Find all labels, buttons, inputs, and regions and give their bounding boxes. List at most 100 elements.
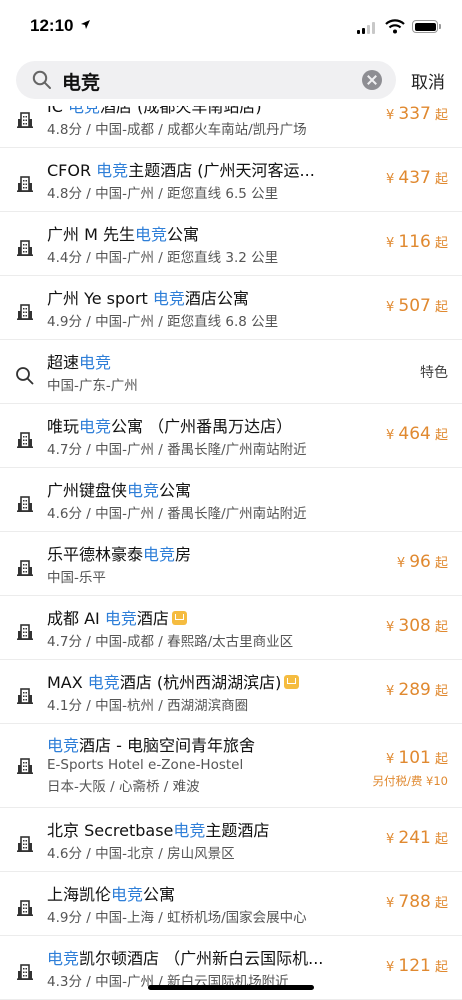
hotel-building-icon (15, 430, 35, 454)
title-highlight: 电竞 (143, 545, 176, 564)
search-query-text: 电竞 (62, 72, 101, 94)
cellular-signal-icon (357, 22, 375, 34)
price-currency: ¥ (386, 684, 399, 699)
result-title: 乐平德林豪泰电竞房 (47, 541, 191, 565)
title-prefix: 广州 M 先生 (47, 225, 135, 244)
result-location: 日本-大阪 / 心斋桥 / 难波 (47, 779, 200, 795)
cancel-button[interactable]: 取消 (411, 68, 445, 93)
result-subtitle: 4.7分 / 中国-广州 / 番禺长隆/广州南站附近 (47, 442, 307, 458)
price-currency: ¥ (396, 556, 410, 571)
price-label: ¥ 308 起 (386, 616, 448, 636)
price-currency: ¥ (386, 620, 399, 635)
result-item[interactable]: CFOR 电竞主题酒店 (广州天河客运... 4.8分 / 中国-广州 / 距您直… (0, 148, 462, 212)
result-title: 电竞酒店 - 电脑空间青年旅舍 (47, 732, 255, 756)
search-results-list: IC 电竞酒店 (成都火车南站店) 4.8分 / 中国-成都 / 成都火车南站/凯… (0, 84, 462, 1000)
title-suffix: 公寓 (167, 225, 200, 244)
price-currency: ¥ (386, 236, 399, 251)
result-item[interactable]: 上海凯伦电竞公寓 4.9分 / 中国-上海 / 虹桥机场/国家会展中心 ¥ 788 … (0, 872, 462, 936)
price-suffix: 起 (430, 556, 448, 571)
result-item[interactable]: 乐平德林豪泰电竞房 中国-乐平 ¥ 96 起 (0, 532, 462, 596)
status-time: 12:10 (30, 16, 74, 35)
price-label: ¥ 116 起 (386, 232, 448, 252)
result-subtitle: 4.8分 / 中国-广州 / 距您直线 6.5 公里 (47, 186, 279, 202)
result-subtitle: 4.7分 / 中国-成都 / 春熙路/太古里商业区 (47, 634, 294, 650)
result-item[interactable]: 广州 Ye sport 电竞酒店公寓 4.9分 / 中国-广州 / 距您直线 6.… (0, 276, 462, 340)
crown-badge-icon (171, 611, 187, 625)
price-suffix: 起 (430, 832, 448, 847)
hotel-building-icon (15, 110, 35, 134)
hotel-building-icon (15, 494, 35, 518)
price-suffix: 起 (430, 896, 448, 911)
title-suffix: 酒店 (136, 609, 169, 628)
price-value: 121 (398, 956, 431, 976)
hotel-building-icon (15, 898, 35, 922)
title-prefix: 广州键盘侠 (47, 481, 128, 500)
title-suffix: 酒店公寓 (184, 289, 249, 308)
result-title: CFOR 电竞主题酒店 (广州天河客运... (47, 157, 315, 181)
price-suffix: 起 (430, 236, 448, 251)
result-subtitle: 中国-乐平 (47, 570, 106, 586)
result-title: 唯玩电竞公寓 （广州番禺万达店） (47, 413, 292, 437)
price-suffix: 起 (430, 684, 448, 699)
title-prefix: 乐平德林豪泰 (47, 545, 144, 564)
hotel-building-icon (15, 756, 35, 780)
price-currency: ¥ (386, 300, 399, 315)
price-currency: ¥ (386, 896, 399, 911)
result-item[interactable]: 广州键盘侠电竞公寓 4.6分 / 中国-广州 / 番禺长隆/广州南站附近 (0, 468, 462, 532)
result-item[interactable]: 电竞酒店 - 电脑空间青年旅舍 E-Sports Hotel e-Zone-Hos… (0, 724, 462, 808)
price-label: ¥ 788 起 (386, 892, 448, 912)
price-value: 788 (398, 892, 431, 912)
hotel-building-icon (15, 686, 35, 710)
result-title: 上海凯伦电竞公寓 (47, 881, 175, 905)
title-prefix: 上海凯伦 (47, 885, 112, 904)
location-arrow-icon (81, 20, 90, 29)
result-item[interactable]: 超速电竞 中国-广东-广州 特色 (0, 340, 462, 404)
hotel-building-icon (15, 558, 35, 582)
title-suffix: 房 (175, 545, 192, 564)
price-suffix: 起 (430, 300, 448, 315)
search-input[interactable]: 电竞 (16, 61, 396, 99)
price-currency: ¥ (386, 428, 399, 443)
result-item[interactable]: MAX 电竞酒店 (杭州西湖湖滨店) 4.1分 / 中国-杭州 / 西湖湖滨商圈 ¥… (0, 660, 462, 724)
clear-search-icon[interactable] (362, 70, 382, 90)
home-indicator (148, 985, 314, 990)
hotel-building-icon (15, 302, 35, 326)
price-currency: ¥ (386, 752, 399, 767)
result-item[interactable]: 电竞凯尔顿酒店 （广州新白云国际机... 4.3分 / 中国-广州 / 新白云国际… (0, 936, 462, 1000)
title-highlight: 电竞 (79, 417, 112, 436)
tax-note: 另付税/费 ¥10 (372, 774, 448, 788)
result-subtitle: 4.1分 / 中国-杭州 / 西湖湖滨商圈 (47, 698, 249, 714)
title-highlight: 电竞 (47, 949, 80, 968)
title-highlight: 电竞 (87, 673, 120, 692)
result-subtitle: E-Sports Hotel e-Zone-Hostel (47, 757, 244, 773)
price-value: 241 (398, 828, 431, 848)
title-highlight: 电竞 (47, 736, 80, 755)
price-value: 437 (398, 168, 431, 188)
price-label: ¥ 289 起 (386, 680, 448, 700)
price-suffix: 起 (430, 172, 448, 187)
result-item[interactable]: 成都 AI 电竞酒店 4.7分 / 中国-成都 / 春熙路/太古里商业区 ¥ 308… (0, 596, 462, 660)
status-bar: 12:10 (0, 0, 462, 54)
title-highlight: 电竞 (79, 353, 112, 372)
price-label: ¥ 101 起 (386, 748, 448, 768)
result-subtitle: 4.6分 / 中国-北京 / 房山风景区 (47, 846, 235, 862)
result-item[interactable]: 唯玩电竞公寓 （广州番禺万达店） 4.7分 / 中国-广州 / 番禺长隆/广州南站… (0, 404, 462, 468)
title-highlight: 电竞 (173, 821, 206, 840)
search-icon (15, 366, 35, 390)
result-title: 广州 M 先生电竞公寓 (47, 221, 199, 245)
title-prefix: CFOR (47, 161, 97, 180)
title-prefix: 广州 Ye sport (47, 289, 153, 308)
title-highlight: 电竞 (152, 289, 185, 308)
hotel-building-icon (15, 174, 35, 198)
result-title: 广州 Ye sport 电竞酒店公寓 (47, 285, 249, 309)
price-suffix: 起 (430, 620, 448, 635)
result-title: 北京 Secretbase电竞主题酒店 (47, 817, 269, 841)
hotel-building-icon (15, 834, 35, 858)
result-item[interactable]: 广州 M 先生电竞公寓 4.4分 / 中国-广州 / 距您直线 3.2 公里 ¥ 1… (0, 212, 462, 276)
title-prefix: 唯玩 (47, 417, 80, 436)
result-item[interactable]: 北京 Secretbase电竞主题酒店 4.6分 / 中国-北京 / 房山风景区 ¥… (0, 808, 462, 872)
result-title: MAX 电竞酒店 (杭州西湖湖滨店) (47, 669, 300, 693)
title-suffix: 酒店 (杭州西湖湖滨店) (119, 673, 282, 692)
result-subtitle: 4.4分 / 中国-广州 / 距您直线 3.2 公里 (47, 250, 279, 266)
price-value: 289 (398, 680, 431, 700)
